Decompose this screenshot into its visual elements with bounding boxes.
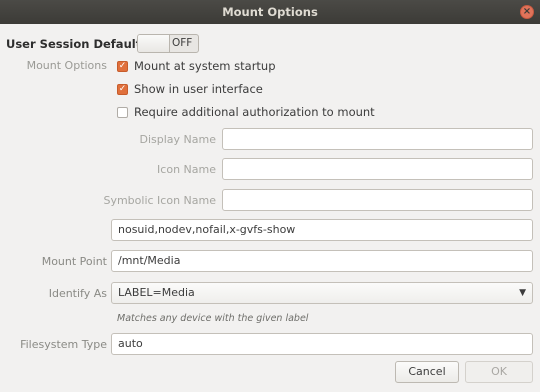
- icon-name-field[interactable]: [222, 158, 533, 180]
- require-auth-checkbox[interactable]: [117, 106, 128, 118]
- symbolic-icon-name-label: Symbolic Icon Name: [103, 194, 216, 207]
- require-auth-label: Require additional authorization to moun…: [134, 105, 375, 119]
- dropdown-arrow-icon: ▼: [519, 288, 526, 298]
- mount-point-label: Mount Point: [41, 255, 107, 268]
- display-name-field[interactable]: [222, 128, 533, 150]
- mount-options-field[interactable]: nosuid,nodev,nofail,x-gvfs-show: [111, 219, 533, 241]
- show-in-ui-checkbox[interactable]: [117, 83, 128, 95]
- filesystem-type-field[interactable]: auto: [111, 333, 533, 355]
- close-icon[interactable]: ×: [520, 5, 534, 19]
- symbolic-icon-name-field[interactable]: [222, 189, 533, 211]
- require-auth-option[interactable]: Require additional authorization to moun…: [117, 105, 375, 119]
- user-session-defaults-switch[interactable]: OFF: [137, 34, 199, 53]
- display-name-label: Display Name: [139, 133, 217, 146]
- switch-state-text: OFF: [172, 37, 193, 49]
- user-session-defaults-label: User Session Defaults: [6, 37, 149, 51]
- ok-button[interactable]: OK: [465, 361, 533, 383]
- title-bar: Mount Options ×: [0, 0, 540, 24]
- identify-as-hint: Matches any device with the given label: [117, 313, 309, 324]
- show-in-ui-label: Show in user interface: [134, 82, 263, 96]
- mount-options-label: Mount Options: [26, 59, 107, 72]
- cancel-button[interactable]: Cancel: [395, 361, 459, 383]
- identify-as-select[interactable]: LABEL=Media ▼: [111, 282, 533, 304]
- filesystem-type-label: Filesystem Type: [20, 338, 107, 351]
- identify-as-label: Identify As: [48, 287, 107, 300]
- switch-knob[interactable]: [138, 35, 170, 52]
- show-in-ui-option[interactable]: Show in user interface: [117, 82, 263, 96]
- window-title: Mount Options: [222, 5, 318, 19]
- mount-at-startup-label: Mount at system startup: [134, 59, 276, 73]
- mount-at-startup-checkbox[interactable]: [117, 60, 128, 72]
- mount-point-field[interactable]: /mnt/Media: [111, 250, 533, 272]
- mount-at-startup-option[interactable]: Mount at system startup: [117, 59, 276, 73]
- icon-name-label: Icon Name: [157, 163, 216, 176]
- identify-as-value: LABEL=Media: [118, 286, 195, 299]
- mount-options-dialog: Mount Options × User Session Defaults OF…: [0, 0, 540, 392]
